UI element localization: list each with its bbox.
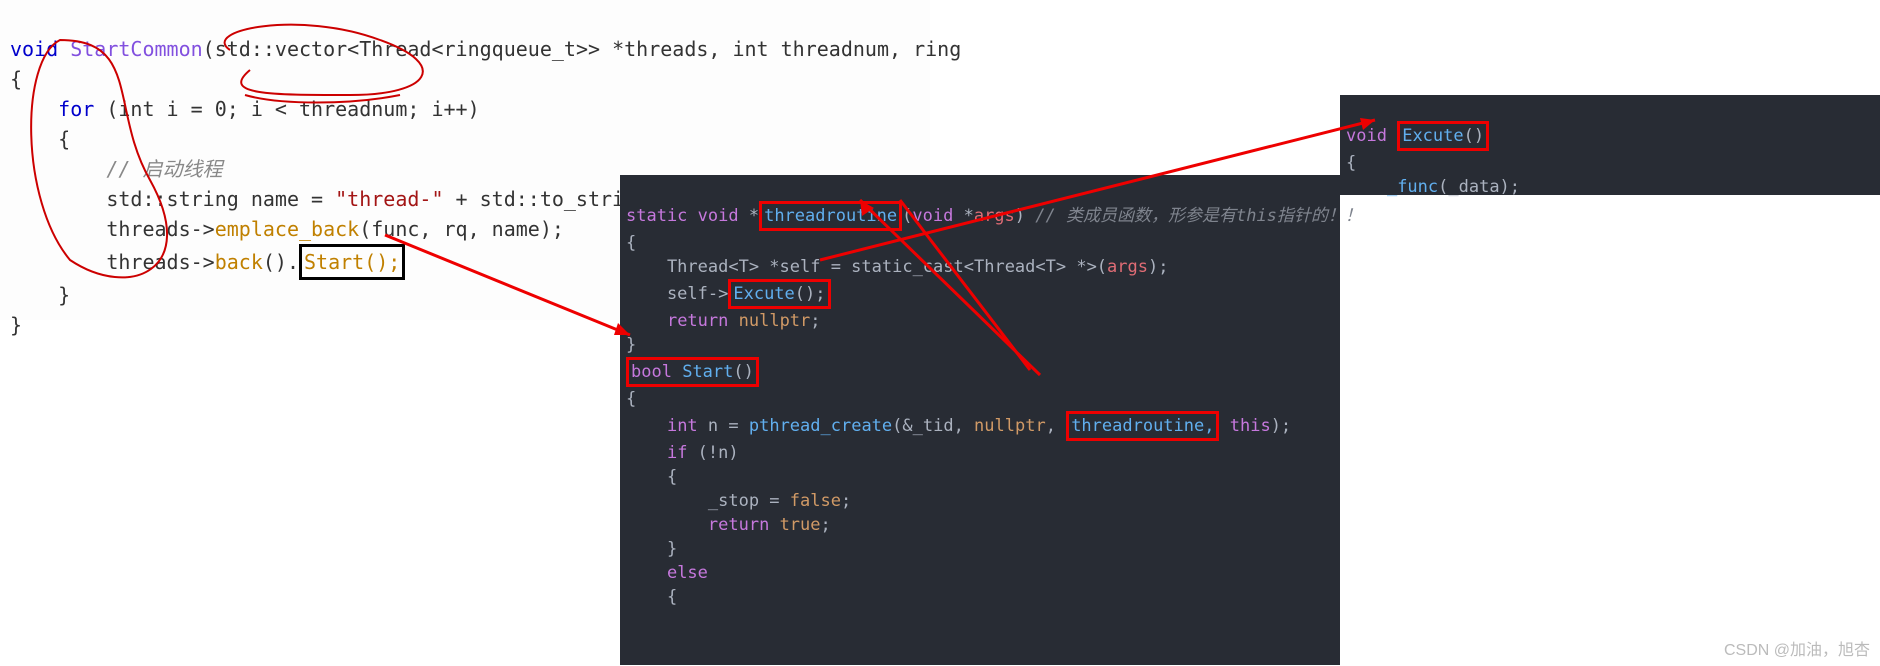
threadroutine-def-box: threadroutine [759,201,902,231]
mid-l12b: ; [841,491,851,511]
start-call: Start(); [304,250,400,274]
mid-return2: return [708,515,769,535]
pthread-create: pthread_create [749,416,892,436]
kw-for: for [58,97,94,121]
mid-l6: } [626,335,636,355]
right-l1c: () [1464,126,1484,146]
mid-l4b: (); [795,284,826,304]
for-close: } [10,283,70,307]
mid-l5c: ; [810,311,820,331]
mid-void2: void [912,206,953,226]
emplace-call: emplace_back [215,217,360,241]
right-l1b [1387,126,1397,146]
mid-l3args: args [1107,257,1148,277]
code-block-dark-right: void Excute() { _func(_data); [1340,95,1880,195]
mid-if: if [667,443,687,463]
mid-l14: } [626,539,677,559]
name-str: "thread-" [335,187,443,211]
comment-startthread: // 启动线程 [10,157,222,181]
mid-l4a: self-> [626,284,728,304]
mid-l13b [769,515,779,535]
mid-args: args [974,206,1015,226]
mid-l1e: * [953,206,973,226]
emplace-a: threads-> [10,217,215,241]
back-b: (). [263,250,299,274]
mid-l7c: () [733,362,753,382]
mid-static-void: static void [626,206,749,226]
name-a: std::string name = [10,187,335,211]
mid-l13a [626,515,708,535]
mid-l7b [672,362,682,382]
threadroutine-arg-box: threadroutine, [1066,411,1219,441]
mid-comment: // 类成员函数，形参是有this指针的！！ [1035,206,1362,226]
sig-rest: (std::vector<Thread<ringqueue_t>> *threa… [203,37,962,61]
excute-call-box: Excute(); [728,279,830,309]
kw-void: void [10,37,58,61]
threadroutine-arg: threadroutine, [1071,416,1214,436]
mid-l10b: (!n) [687,443,738,463]
mid-star: * [749,206,759,226]
mid-l10a [626,443,667,463]
mid-null2: nullptr [974,416,1046,436]
mid-l9a [626,416,667,436]
mid-l9e [1219,416,1229,436]
mid-l9d: , [1046,416,1066,436]
mid-l15a [626,563,667,583]
right-l3a [1346,177,1387,197]
emplace-b: (func, rq, name); [359,217,564,241]
for-cond: (int i = 0; i < threadnum; i++) [94,97,479,121]
start-def-box: bool Start() [626,357,759,387]
mid-l9b: n = [698,416,749,436]
right-l3b: (_data); [1438,177,1520,197]
mid-l1f: ) [1015,206,1035,226]
mid-l3b: ); [1148,257,1168,277]
mid-l9c: (&_tid, [892,416,974,436]
mid-l11: { [626,467,677,487]
mid-l3a: Thread<T> *self = static_cast<Thread<T> … [626,257,1107,277]
threadroutine-def: threadroutine [764,206,897,226]
mid-this: this [1230,416,1271,436]
mid-l5a [626,311,667,331]
right-l2: { [1346,153,1356,173]
back-call: back [215,250,263,274]
right-func: _func [1387,177,1438,197]
excute-call: Excute [733,284,794,304]
start-def: Start [682,362,733,382]
right-void: void [1346,126,1387,146]
mid-nullptr: nullptr [739,311,811,331]
mid-false: false [790,491,841,511]
mid-else: else [667,563,708,583]
back-a: threads-> [10,250,215,274]
brace-open: { [10,67,22,91]
mid-int: int [667,416,698,436]
mid-l12a: _stop = [626,491,790,511]
mid-l8: { [626,389,636,409]
mid-l1c: ( [902,206,912,226]
fn-startcommon: StartCommon [70,37,202,61]
mid-l5b [728,311,738,331]
excute-def: Excute [1402,126,1463,146]
brace-close: } [10,313,22,337]
watermark: CSDN @加油，旭杏 [1724,636,1870,660]
mid-l9f: ); [1271,416,1291,436]
for-brace: { [10,127,70,151]
mid-bool: bool [631,362,672,382]
mid-l13c: ; [821,515,831,535]
start-box: Start(); [299,244,405,280]
mid-l2: { [626,233,636,253]
code-block-dark-mid: static void *threadroutine(void *args) /… [620,175,1340,665]
excute-def-box: Excute() [1397,121,1489,151]
mid-l16: { [626,587,677,607]
mid-return: return [667,311,728,331]
mid-true: true [780,515,821,535]
